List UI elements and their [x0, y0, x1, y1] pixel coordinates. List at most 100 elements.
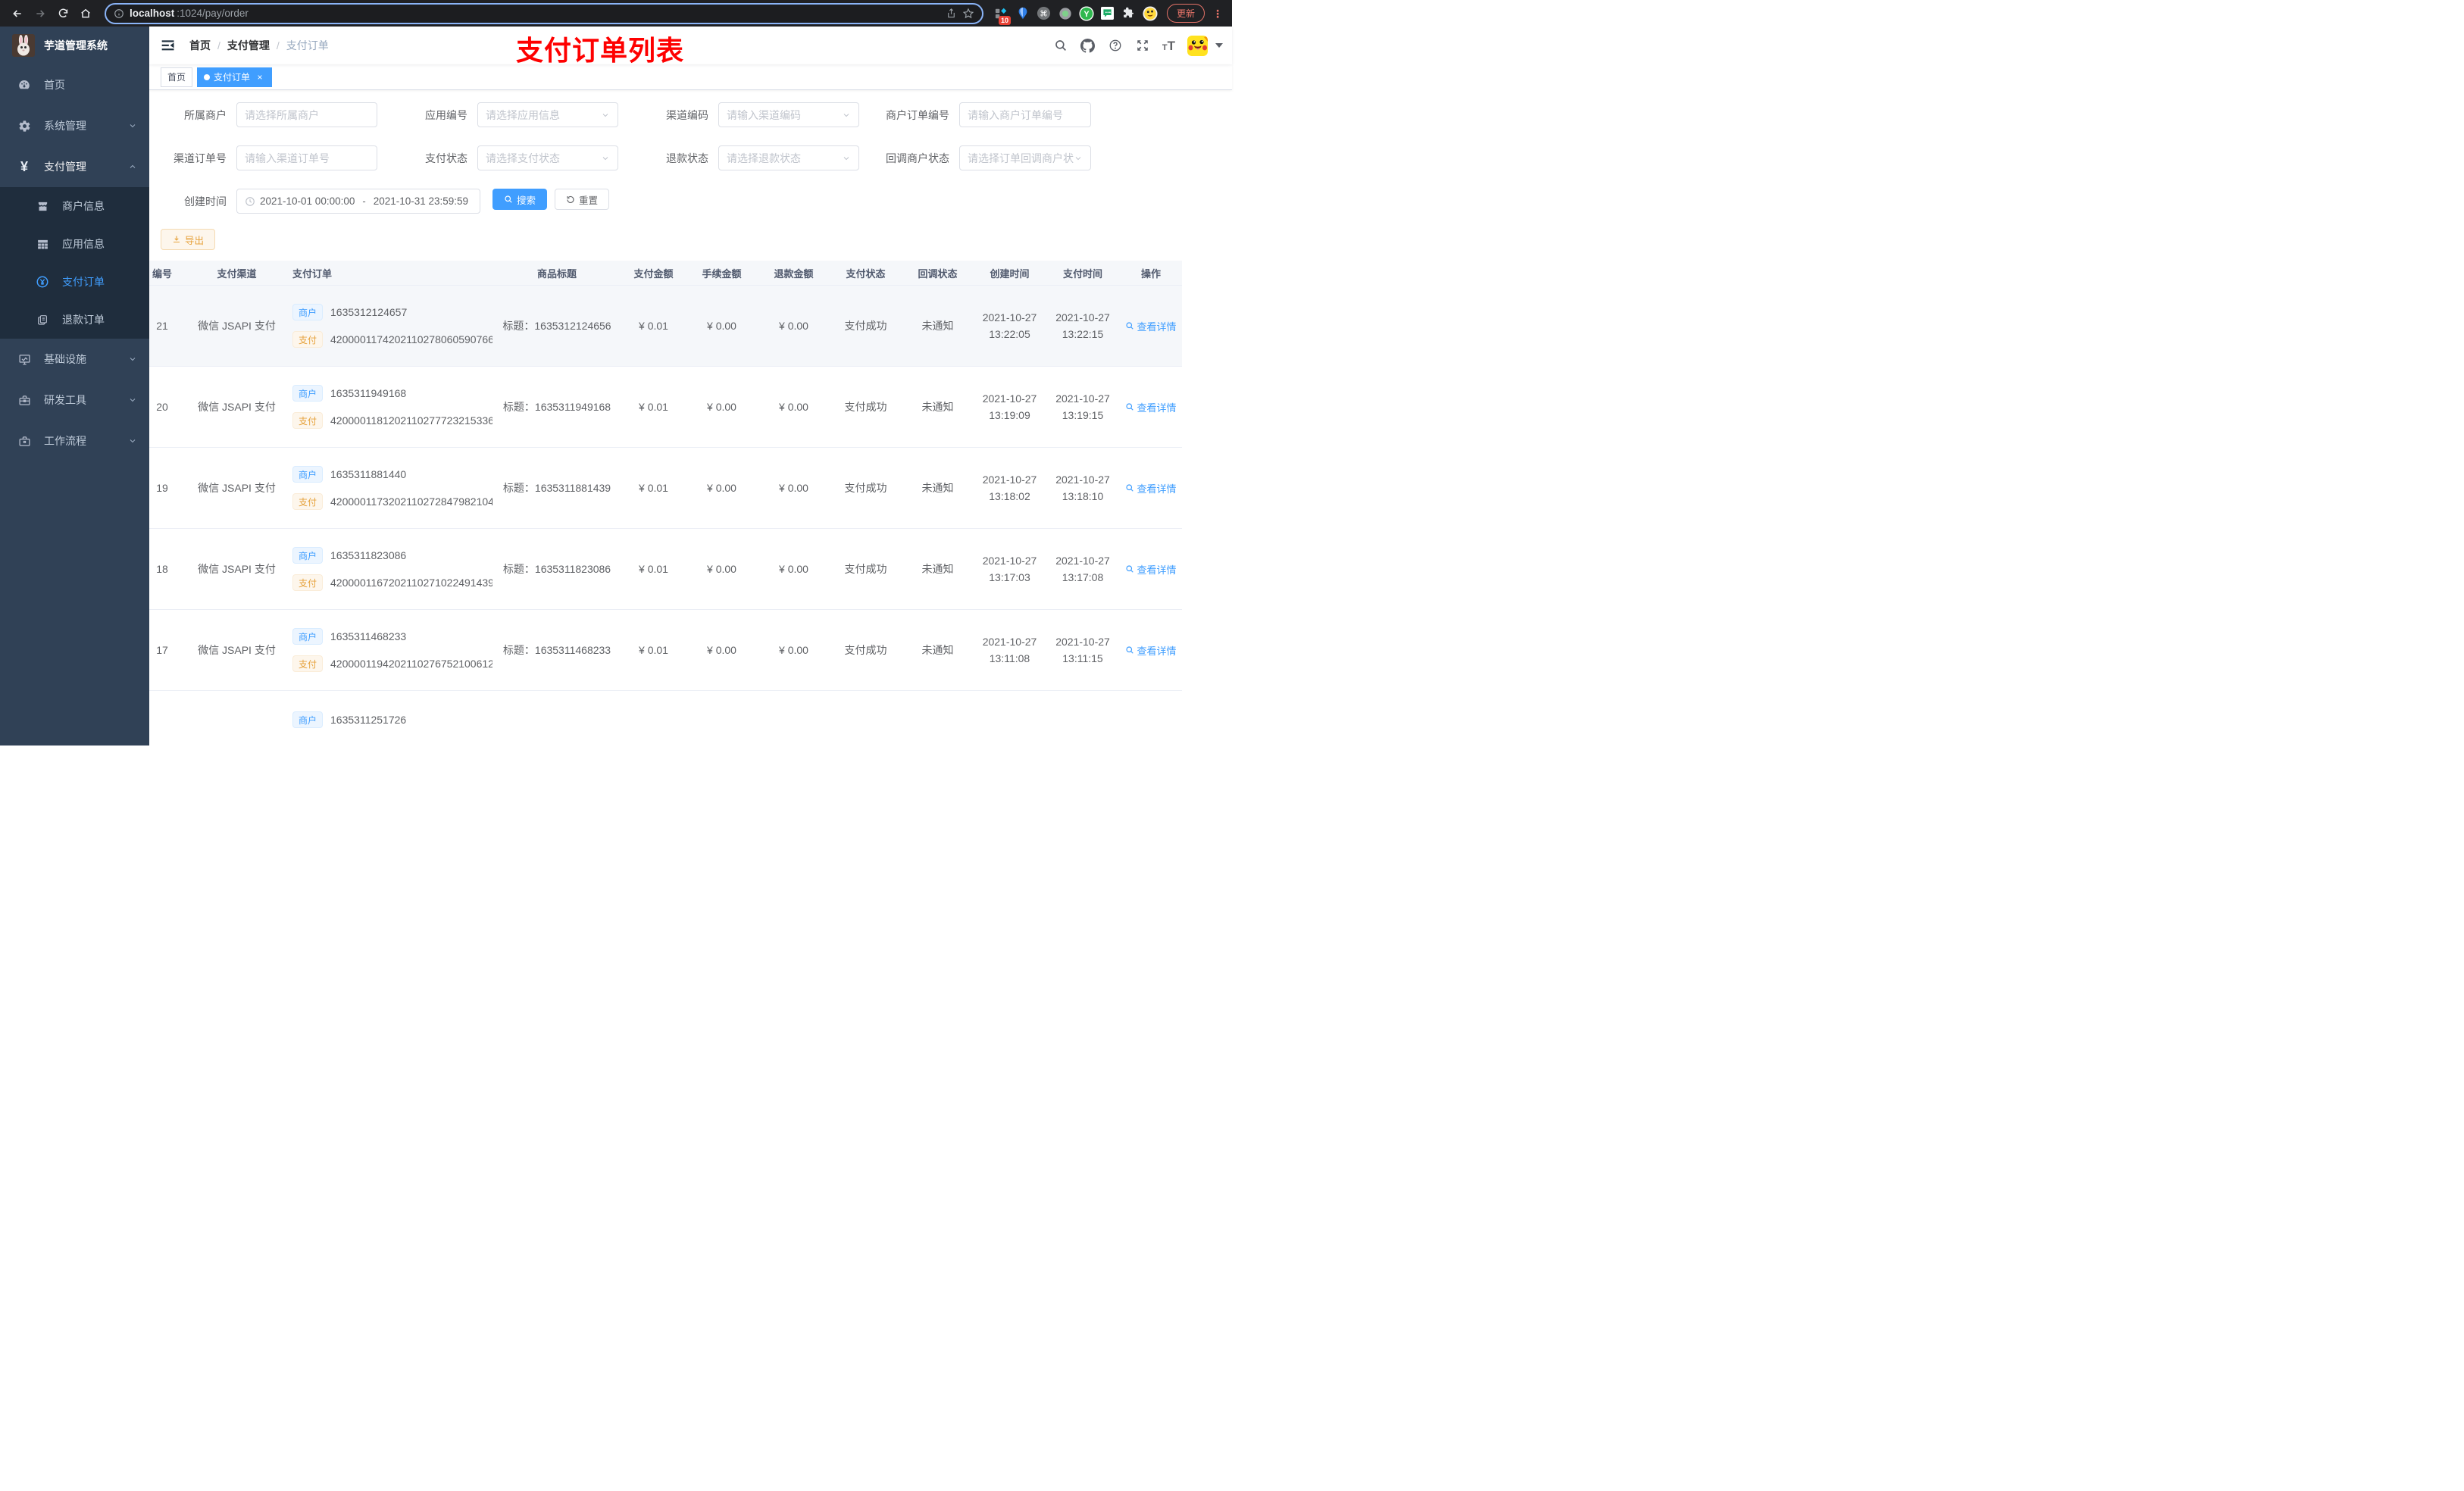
gear-icon [15, 120, 33, 133]
pay-order-no: 4200001194202110276752100612 [330, 658, 492, 670]
column-header: 支付时间 [1062, 267, 1102, 280]
close-icon[interactable]: × [255, 72, 265, 83]
browser-update-button[interactable]: 更新 [1166, 4, 1205, 23]
cell-notify-status: 未通知 [921, 482, 954, 494]
github-icon[interactable] [1080, 38, 1096, 53]
merchant-order-no: 1635312124657 [330, 306, 408, 318]
cell-amount: ¥ 0.01 [639, 320, 668, 332]
documents-icon [33, 314, 52, 326]
view-detail-link[interactable]: 查看详情 [1125, 481, 1177, 495]
create-time: 13:22:05 [989, 328, 1030, 340]
help-icon[interactable] [1108, 38, 1123, 53]
sidebar-item-infrastructure[interactable]: 基础设施 [0, 339, 149, 380]
reset-button[interactable]: 重置 [555, 189, 610, 210]
pay-tag: 支付 [292, 493, 324, 510]
sidebar-item-refund-order[interactable]: 退款订单 [0, 301, 149, 339]
extension-balloon-icon[interactable] [1014, 4, 1032, 23]
cell-title: 标题：1635311949168 [502, 401, 611, 413]
sidebar-item-label: 研发工具 [44, 394, 86, 406]
merchant-select[interactable]: 请选择所属商户 [236, 102, 377, 127]
tab-pay-order[interactable]: 支付订单 × [197, 67, 273, 87]
breadcrumb-section[interactable]: 支付管理 [227, 38, 270, 53]
sidebar-item-workflow[interactable]: 工作流程 [0, 420, 149, 461]
view-detail-link[interactable]: 查看详情 [1125, 400, 1177, 414]
merchant-order-no-input[interactable]: 请输入商户订单编号 [959, 102, 1091, 127]
search-button[interactable]: 搜索 [492, 189, 548, 210]
sidebar-item-label: 工作流程 [44, 435, 86, 447]
tags-view: 首页 支付订单 × [149, 64, 1232, 90]
view-detail-link[interactable]: 查看详情 [1125, 643, 1177, 658]
export-button[interactable]: 导出 [161, 229, 216, 250]
chevron-down-icon [128, 395, 137, 405]
chevron-down-icon [128, 436, 137, 445]
cell-actions: 查看详情 [1120, 286, 1182, 366]
back-icon[interactable] [8, 4, 27, 23]
extension-chat-icon[interactable] [1099, 4, 1117, 23]
cell-amount: ¥ 0.01 [639, 401, 668, 413]
date-range-input[interactable]: 2021-10-01 00:00:00 - 2021-10-31 23:59:5… [236, 189, 480, 214]
filter-row-1: 所属商户 请选择所属商户 应用编号 请选择应用信息 渠道编码 请输入渠道编码 商… [161, 102, 1221, 127]
channel-order-no-input[interactable]: 请输入渠道订单号 [236, 145, 377, 170]
merchant-tag: 商户 [292, 304, 324, 320]
date-end: 2021-10-31 23:59:59 [373, 195, 469, 207]
cell-title: 标题：1635311468233 [502, 644, 611, 656]
extensions-puzzle-icon[interactable] [1120, 4, 1138, 23]
breadcrumb-home[interactable]: 首页 [189, 38, 211, 53]
monitor-icon [15, 353, 33, 366]
sidebar-item-home[interactable]: 首页 [0, 64, 149, 105]
forward-icon[interactable] [30, 4, 50, 23]
pay-status-select[interactable]: 请选择支付状态 [477, 145, 618, 170]
app-logo-row[interactable]: 芋道管理系统 [0, 27, 149, 64]
user-avatar[interactable] [1187, 35, 1208, 56]
view-detail-link[interactable]: 查看详情 [1125, 319, 1177, 333]
tab-home[interactable]: 首页 [161, 67, 193, 87]
cell-id: 17 [156, 644, 168, 656]
search-icon[interactable] [1053, 38, 1068, 53]
refund-status-select[interactable]: 请选择退款状态 [718, 145, 859, 170]
dashboard-icon [15, 78, 33, 92]
address-bar[interactable]: localhost:1024/pay/order [105, 2, 983, 24]
sidebar-item-dev-tools[interactable]: 研发工具 [0, 380, 149, 420]
font-size-icon[interactable]: TT [1162, 39, 1175, 52]
cell-channel: 微信 JSAPI 支付 [198, 482, 276, 494]
extension-tasks-icon[interactable]: 10 [993, 4, 1011, 25]
extension-command-icon[interactable]: ⌘ [1035, 4, 1053, 23]
sidebar-item-app-info[interactable]: 应用信息 [0, 225, 149, 263]
breadcrumb-current: 支付订单 [286, 39, 329, 52]
sidebar-item-payment[interactable]: ¥ 支付管理 [0, 146, 149, 187]
cell-pay-status: 支付成功 [844, 482, 887, 494]
browser-menu-icon[interactable]: ⋮ [1212, 8, 1223, 19]
pay-date: 2021-10-27 [1055, 474, 1110, 486]
profile-avatar-icon[interactable] [1141, 4, 1159, 23]
channel-code-select[interactable]: 请输入渠道编码 [718, 102, 859, 127]
pay-order-no: 4200001167202110271022491439 [330, 577, 492, 589]
sidebar-item-merchant-info[interactable]: 商户信息 [0, 187, 149, 225]
home-icon[interactable] [76, 4, 95, 23]
caret-down-icon[interactable] [1215, 43, 1223, 48]
table-row-partial: 商户 1635311251726 [149, 691, 1182, 745]
cell-refund: ¥ 0.00 [779, 644, 808, 656]
bookmark-star-icon[interactable] [962, 8, 974, 20]
app-select[interactable]: 请选择应用信息 [477, 102, 618, 127]
merchant-order-no: 1635311468233 [330, 630, 407, 642]
table-body: 21 微信 JSAPI 支付 商户 1635312124657 支付 42000… [149, 286, 1182, 691]
extension-record-icon[interactable] [1056, 4, 1074, 23]
create-time: 13:17:03 [989, 571, 1030, 583]
sidebar-collapse-icon[interactable] [161, 37, 177, 54]
extension-y-icon[interactable]: Y [1077, 4, 1096, 23]
field-label: 渠道编码 [666, 108, 708, 121]
view-detail-link[interactable]: 查看详情 [1125, 562, 1177, 577]
fullscreen-icon[interactable] [1135, 38, 1150, 53]
notify-status-select[interactable]: 请选择订单回调商户状态 [959, 145, 1091, 170]
cell-id: 18 [156, 563, 168, 575]
pay-date: 2021-10-27 [1055, 311, 1110, 324]
sidebar: 芋道管理系统 首页 系统管理 ¥ 支付管理 商户信息 应用信息 支付订单 退款订… [0, 27, 149, 746]
share-icon[interactable] [946, 8, 957, 19]
url-host: localhost [130, 8, 175, 19]
sidebar-item-system[interactable]: 系统管理 [0, 105, 149, 146]
reload-icon[interactable] [53, 4, 73, 23]
extension-badge: 10 [998, 15, 1011, 25]
field-label: 回调商户状态 [886, 152, 949, 164]
yen-circle-icon [33, 275, 52, 289]
sidebar-item-pay-order[interactable]: 支付订单 [0, 263, 149, 301]
